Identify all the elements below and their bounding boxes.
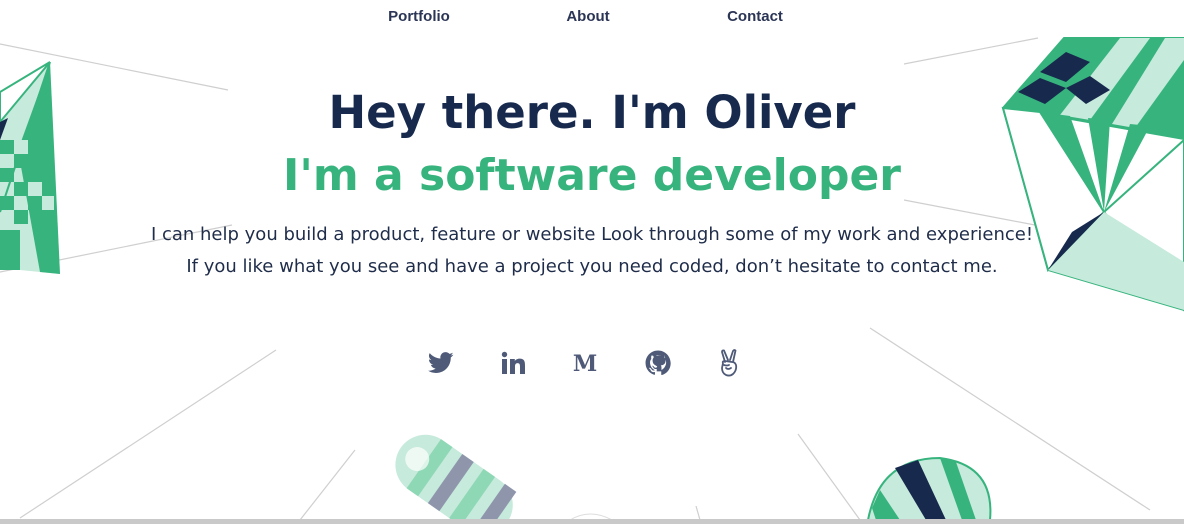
angellist-icon: [721, 349, 738, 377]
github-icon: [645, 350, 671, 376]
twitter-link[interactable]: [426, 348, 456, 378]
top-navigation: Portfolio About Contact: [0, 8, 1184, 28]
svg-text:M: M: [573, 352, 597, 374]
linkedin-link[interactable]: [498, 348, 528, 378]
social-links: M: [0, 348, 1184, 380]
github-link[interactable]: [643, 348, 673, 378]
medium-icon: M: [573, 352, 597, 374]
twitter-icon: [428, 352, 454, 373]
hero-subtitle: I'm a software developer: [282, 150, 902, 201]
hero-description-line-2: If you like what you see and have a proj…: [186, 256, 998, 277]
nav-link-contact[interactable]: Contact: [727, 8, 783, 25]
bottom-right-dome-decoration: [866, 456, 992, 521]
linkedin-icon: [501, 351, 525, 374]
hero-description-line-1: I can help you build a product, feature …: [150, 224, 1034, 245]
nav-link-about[interactable]: About: [566, 8, 609, 25]
bottom-left-capsule-decoration: [395, 434, 517, 524]
nav-link-portfolio[interactable]: Portfolio: [388, 8, 450, 25]
angellist-link[interactable]: [715, 348, 745, 378]
horizontal-scrollbar[interactable]: [0, 519, 1184, 524]
medium-link[interactable]: M: [570, 348, 600, 378]
hero-title: Hey there. I'm Oliver: [328, 86, 856, 139]
